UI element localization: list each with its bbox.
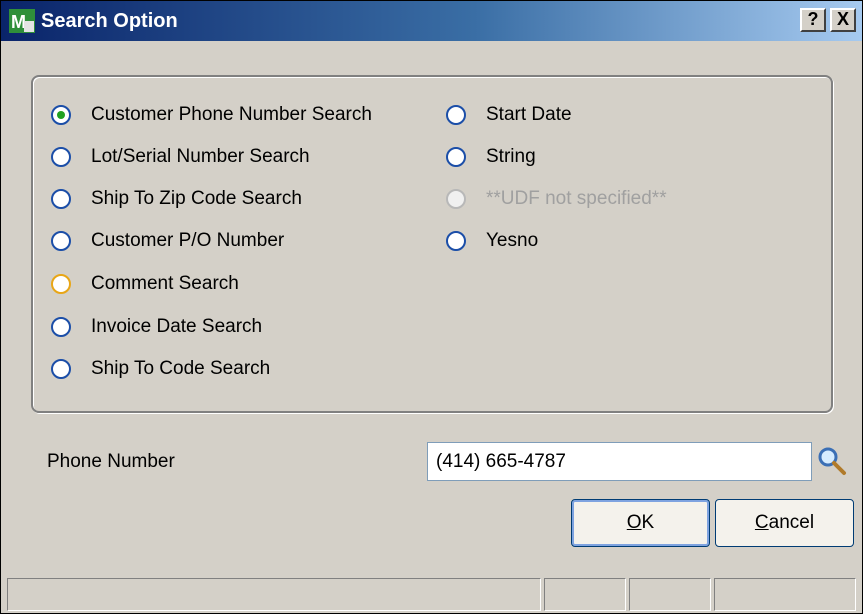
radio-button[interactable] xyxy=(446,105,466,125)
option-string[interactable]: String xyxy=(446,143,536,171)
cancel-mnemonic: C xyxy=(754,512,769,533)
radio-button[interactable] xyxy=(51,105,71,125)
phone-number-label: Phone Number xyxy=(47,451,175,472)
app-icon: M xyxy=(9,9,35,33)
option-lot-serial-number-search[interactable]: Lot/Serial Number Search xyxy=(51,143,310,171)
svg-text:M: M xyxy=(11,12,26,32)
option-label: Invoice Date Search xyxy=(91,316,263,337)
window-title: Search Option xyxy=(41,10,178,32)
radio-button[interactable] xyxy=(446,231,466,251)
title-bar[interactable]: M Search Option ? X xyxy=(1,1,862,41)
option-comment-search[interactable]: Comment Search xyxy=(51,270,239,298)
option-customer-phone-number-search[interactable]: Customer Phone Number Search xyxy=(51,101,372,129)
option-label: Yesno xyxy=(486,230,539,251)
option-label: **UDF not specified** xyxy=(486,188,667,209)
option-customer-po-number[interactable]: Customer P/O Number xyxy=(51,227,284,255)
radio-button[interactable] xyxy=(51,359,71,379)
option-ship-to-code-search[interactable]: Ship To Code Search xyxy=(51,355,270,383)
option-label: Ship To Zip Code Search xyxy=(91,188,302,209)
option-start-date[interactable]: Start Date xyxy=(446,101,572,129)
magnifier-icon[interactable] xyxy=(816,445,848,477)
cancel-label-rest: ancel xyxy=(768,512,815,533)
status-panel-2 xyxy=(544,578,626,611)
option-label: Customer Phone Number Search xyxy=(91,104,372,125)
status-panel-4 xyxy=(714,578,856,611)
radio-button[interactable] xyxy=(446,147,466,167)
option-yesno[interactable]: Yesno xyxy=(446,227,538,255)
option-invoice-date-search[interactable]: Invoice Date Search xyxy=(51,313,262,341)
status-panel-main xyxy=(7,578,541,611)
radio-button[interactable] xyxy=(51,147,71,167)
option-udf-not-specified: **UDF not specified** xyxy=(446,185,667,213)
radio-button[interactable] xyxy=(51,274,71,294)
option-label: Lot/Serial Number Search xyxy=(91,146,310,167)
radio-button[interactable] xyxy=(51,317,71,337)
search-option-dialog: M Search Option ? X Customer Phone Numbe… xyxy=(0,0,863,614)
option-label: Start Date xyxy=(486,104,572,125)
option-label: String xyxy=(486,146,536,167)
phone-number-input[interactable] xyxy=(427,442,812,481)
close-button[interactable]: X xyxy=(830,8,856,32)
option-label: Comment Search xyxy=(91,273,239,294)
ok-button[interactable]: OK xyxy=(571,499,710,547)
radio-button[interactable] xyxy=(51,189,71,209)
ok-label-rest: K xyxy=(641,512,655,533)
ok-mnemonic: O xyxy=(626,512,642,533)
radio-button xyxy=(446,189,466,209)
cancel-button[interactable]: Cancel xyxy=(715,499,854,547)
option-ship-to-zip-code-search[interactable]: Ship To Zip Code Search xyxy=(51,185,302,213)
radio-button[interactable] xyxy=(51,231,71,251)
status-panel-3 xyxy=(629,578,711,611)
help-button[interactable]: ? xyxy=(800,8,826,32)
status-bar xyxy=(1,573,862,613)
option-label: Customer P/O Number xyxy=(91,230,285,251)
option-label: Ship To Code Search xyxy=(91,358,271,379)
